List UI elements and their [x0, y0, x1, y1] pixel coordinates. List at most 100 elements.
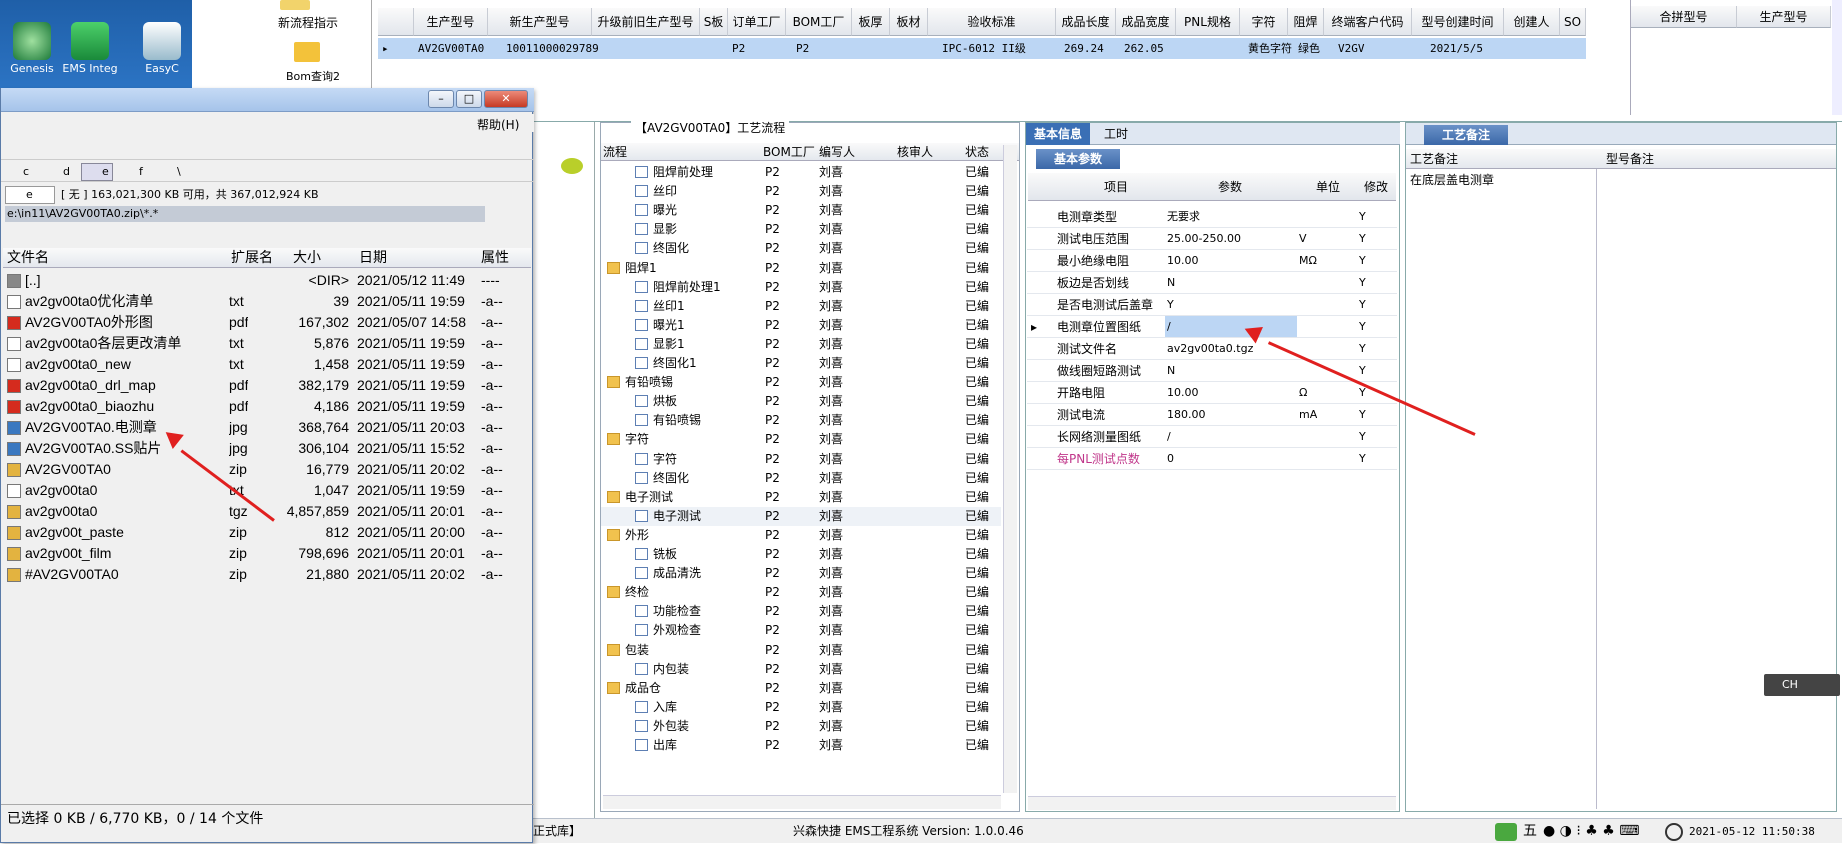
file-row[interactable]: av2gv00ta0_drl_map pdf 382,179 2021/05/11 1…: [5, 375, 525, 396]
drive-f[interactable]: f: [139, 162, 143, 182]
process-remark-text[interactable]: 在底层盖电测章: [1410, 171, 1494, 188]
menu-help[interactable]: 帮助(H): [477, 116, 519, 133]
tab-process-remark[interactable]: 工艺备注: [1424, 125, 1508, 145]
col-header[interactable]: 新生产型号: [488, 8, 592, 36]
flow-row[interactable]: 包装 P2 刘喜 已编: [601, 641, 1001, 660]
flow-row[interactable]: 成品清洗 P2 刘喜 已编: [601, 564, 1001, 583]
col-header[interactable]: 创建人: [1504, 8, 1560, 36]
flow-row[interactable]: 显影1 P2 刘喜 已编: [601, 335, 1001, 354]
col-header[interactable]: 生产型号: [414, 8, 488, 36]
col-header[interactable]: 成品宽度: [1116, 8, 1176, 36]
scrollbar[interactable]: [1832, 0, 1842, 115]
flow-row[interactable]: 阻焊1 P2 刘喜 已编: [601, 259, 1001, 278]
tray-icons[interactable]: ● ◑ ⁝ ♣ ♣ ⌨: [1543, 819, 1639, 844]
param-row[interactable]: 测试电流 180.00 mA Y: [1027, 404, 1397, 426]
desktop-icon-genesis[interactable]: Genesis: [4, 18, 60, 75]
col-header[interactable]: 型号创建时间: [1412, 8, 1504, 36]
col-header[interactable]: 单位: [1316, 173, 1340, 201]
drive-c[interactable]: c: [23, 162, 29, 182]
col-header[interactable]: 订单工厂: [728, 8, 786, 36]
file-row[interactable]: av2gv00ta0各层更改清单 txt 5,876 2021/05/11 19:59…: [5, 333, 525, 354]
flow-row[interactable]: 曝光 P2 刘喜 已编: [601, 201, 1001, 220]
flow-row[interactable]: 烘板 P2 刘喜 已编: [601, 392, 1001, 411]
flow-row[interactable]: 显影 P2 刘喜 已编: [601, 220, 1001, 239]
col-header[interactable]: 项目: [1104, 173, 1128, 201]
flow-row[interactable]: 阻焊前处理 P2 刘喜 已编: [601, 163, 1001, 182]
scrollbar[interactable]: [603, 795, 1001, 809]
launcher-item-flow[interactable]: 新流程指示: [278, 14, 338, 31]
flow-row[interactable]: 电子测试 P2 刘喜 已编: [601, 488, 1001, 507]
file-row[interactable]: av2gv00t_paste zip 812 2021/05/11 20:00 -a--: [5, 522, 525, 543]
drive-e[interactable]: e: [81, 163, 113, 181]
col-header[interactable]: 修改: [1364, 173, 1388, 201]
file-row[interactable]: av2gv00t_film zip 798,696 2021/05/11 20:01-…: [5, 543, 525, 564]
col-header[interactable]: PNL规格: [1176, 8, 1240, 36]
col-header[interactable]: BOM工厂: [786, 8, 852, 36]
flow-row[interactable]: 字符 P2 刘喜 已编: [601, 450, 1001, 469]
flow-row[interactable]: 终固化 P2 刘喜 已编: [601, 469, 1001, 488]
col-header[interactable]: 扩展名: [231, 248, 273, 268]
param-row[interactable]: 是否电测试后盖章 Y Y: [1027, 294, 1397, 316]
comment-icon[interactable]: [561, 158, 583, 174]
param-row[interactable]: 测试电压范围 25.00-250.00 V Y: [1027, 228, 1397, 250]
flow-row[interactable]: 入库 P2 刘喜 已编: [601, 698, 1001, 717]
col-header[interactable]: 板厚: [852, 8, 890, 36]
drive-net[interactable]: \: [177, 162, 181, 182]
flow-row[interactable]: 成品仓 P2 刘喜 已编: [601, 679, 1001, 698]
flow-row[interactable]: 有铅喷锡 P2 刘喜 已编: [601, 411, 1001, 430]
maximize-button[interactable]: □: [456, 90, 482, 108]
col-header[interactable]: 日期: [359, 248, 387, 268]
flow-row[interactable]: 丝印 P2 刘喜 已编: [601, 182, 1001, 201]
file-row[interactable]: av2gv00ta0_biaozhu pdf 4,186 2021/05/11 19:…: [5, 396, 525, 417]
ime-label[interactable]: 五: [1523, 819, 1537, 844]
ime-icon[interactable]: [1495, 823, 1517, 841]
flow-row[interactable]: 终固化1 P2 刘喜 已编: [601, 354, 1001, 373]
flow-row[interactable]: 外包装 P2 刘喜 已编: [601, 717, 1001, 736]
col-header[interactable]: BOM工厂: [763, 143, 815, 161]
desktop-icon-easyc[interactable]: EasyC: [134, 18, 190, 75]
flow-row[interactable]: 功能检查 P2 刘喜 已编: [601, 602, 1001, 621]
col-header[interactable]: 板材: [890, 8, 928, 36]
minimize-button[interactable]: –: [428, 90, 454, 108]
param-row[interactable]: 最小绝缘电阻 10.00 MΩ Y: [1027, 250, 1397, 272]
col-header[interactable]: 升级前旧生产型号: [592, 8, 700, 36]
launcher-item-bom[interactable]: Bom查询2: [286, 68, 340, 84]
file-row[interactable]: #AV2GV00TA0 zip 21,880 2021/05/11 20:02 -a--: [5, 564, 525, 585]
tab-hours[interactable]: 工时: [1096, 123, 1136, 145]
param-row[interactable]: 做线圈短路测试 N Y: [1027, 360, 1397, 382]
flow-row[interactable]: 阻焊前处理1 P2 刘喜 已编: [601, 278, 1001, 297]
col-header[interactable]: 生产型号: [1737, 6, 1831, 28]
flow-row[interactable]: 外观检查 P2 刘喜 已编: [601, 621, 1001, 640]
col-header[interactable]: 合拼型号: [1631, 6, 1737, 28]
flow-row[interactable]: 铣板 P2 刘喜 已编: [601, 545, 1001, 564]
file-row[interactable]: AV2GV00TA0.SS贴片 jpg 306,104 2021/05/11 15:5…: [5, 438, 525, 459]
subtab-basic-params[interactable]: 基本参数: [1036, 149, 1120, 169]
col-header[interactable]: 阻焊: [1288, 8, 1324, 36]
col-header[interactable]: 流程: [603, 143, 627, 161]
col-header[interactable]: 状态: [965, 143, 989, 161]
file-row[interactable]: av2gv00ta0txt1,0472021/05/11 19:59-a--: [5, 480, 525, 501]
flow-row[interactable]: 丝印1 P2 刘喜 已编: [601, 297, 1001, 316]
param-row[interactable]: 板边是否划线 N Y: [1027, 272, 1397, 294]
file-row[interactable]: av2gv00ta0_new txt 1,458 2021/05/11 19:59 -a…: [5, 354, 525, 375]
file-row[interactable]: AV2GV00TA0.电测章 jpg 368,764 2021/05/11 20:03…: [5, 417, 525, 438]
flow-row[interactable]: 终检 P2 刘喜 已编: [601, 583, 1001, 602]
file-row[interactable]: AV2GV00TA0 zip 16,779 2021/05/11 20:02 -a--: [5, 459, 525, 480]
param-row[interactable]: 测试文件名 av2gv00ta0.tgz Y: [1027, 338, 1397, 360]
close-button[interactable]: ✕: [484, 90, 528, 108]
flow-row[interactable]: 电子测试 P2 刘喜 已编: [601, 506, 1001, 526]
ime-toolbar[interactable]: CH: [1764, 674, 1840, 696]
title-bar[interactable]: [1, 88, 534, 112]
col-header[interactable]: S板: [700, 8, 728, 36]
col-header[interactable]: 文件名: [7, 248, 49, 268]
col-header[interactable]: 属性: [481, 248, 509, 268]
col-header[interactable]: 编写人: [819, 143, 855, 161]
col-header[interactable]: 字符: [1240, 8, 1288, 36]
scrollbar[interactable]: [1003, 145, 1017, 793]
param-row[interactable]: 电测章类型 无要求 Y: [1027, 206, 1397, 228]
col-header[interactable]: 参数: [1218, 173, 1242, 201]
flow-row[interactable]: 曝光1 P2 刘喜 已编: [601, 316, 1001, 335]
flow-row[interactable]: 外形 P2 刘喜 已编: [601, 526, 1001, 545]
file-row[interactable]: AV2GV00TA0外形图 pdf 167,302 2021/05/07 14:58-…: [5, 312, 525, 333]
file-row[interactable]: av2gv00ta0优化清单 txt 39 2021/05/11 19:59 -a--: [5, 291, 525, 312]
